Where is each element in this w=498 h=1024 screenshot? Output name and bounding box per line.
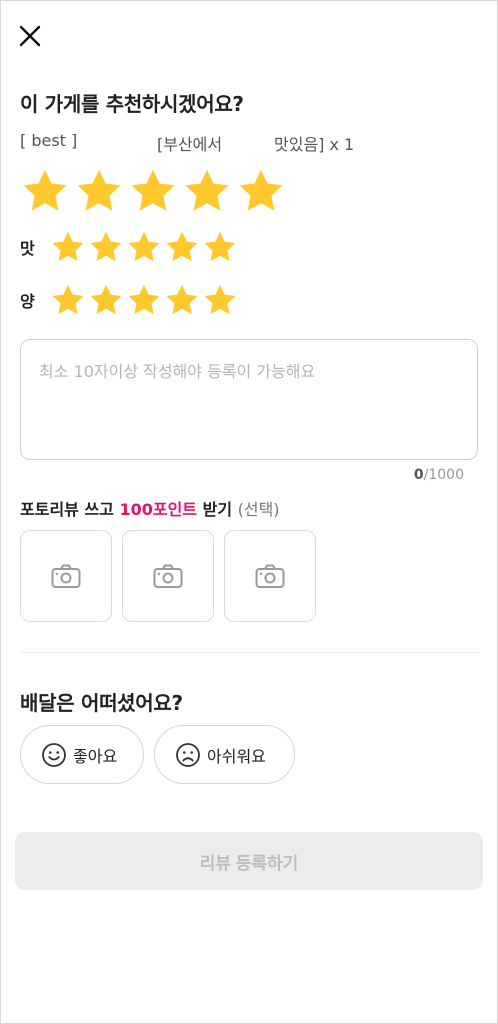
taste-star-icon[interactable] — [164, 229, 200, 265]
amount-star-icon[interactable] — [50, 282, 86, 318]
photo-slots — [20, 530, 316, 622]
taste-star-icon[interactable] — [50, 229, 86, 265]
delivery-bad-button[interactable]: 아쉬워요 — [154, 725, 295, 784]
delivery-good-label: 좋아요 — [73, 746, 118, 766]
submit-review-button[interactable]: 리뷰 등록하기 — [15, 832, 483, 890]
smile-icon — [42, 742, 66, 767]
photo-upload-slot-1[interactable] — [20, 530, 112, 622]
photo-upload-slot-2[interactable] — [122, 530, 214, 622]
character-count-current: 0 — [413, 467, 424, 483]
photo-title-optional: (선택) — [237, 500, 280, 519]
page-title: 이 가게를 추천하시겠어요? — [20, 92, 244, 116]
taste-rating-row: 맛 — [20, 229, 238, 265]
amount-label: 양 — [20, 292, 35, 311]
camera-icon — [255, 564, 285, 588]
review-text-box[interactable] — [20, 339, 478, 460]
photo-review-title: 포토리뷰 쓰고 100포인트 받기 (선택) — [20, 496, 280, 520]
photo-title-prefix: 포토리뷰 쓰고 — [20, 500, 120, 519]
delivery-question: 배달은 어떠셨어요? — [20, 691, 183, 715]
close-button[interactable] — [14, 20, 46, 52]
amount-rating-row: 양 — [20, 282, 238, 318]
overall-star-icon[interactable] — [20, 166, 70, 216]
photo-title-points: 100포인트 — [119, 500, 198, 519]
character-counter: 0/1000 — [414, 467, 464, 483]
menu-item-name: [ best ] — [20, 131, 78, 150]
taste-star-icon[interactable] — [88, 229, 124, 265]
taste-star-icon[interactable] — [202, 229, 238, 265]
camera-icon — [51, 564, 81, 588]
photo-upload-slot-3[interactable] — [224, 530, 316, 622]
delivery-good-button[interactable]: 좋아요 — [20, 725, 144, 784]
ordered-menu: [ best ] [부산에서 맛있음] x 1 — [20, 131, 480, 154]
close-icon — [19, 25, 41, 47]
overall-star-icon[interactable] — [128, 166, 178, 216]
taste-star-icon[interactable] — [126, 229, 162, 265]
taste-label: 맛 — [20, 239, 35, 258]
amount-star-icon[interactable] — [164, 282, 200, 318]
review-textarea[interactable] — [39, 358, 459, 441]
menu-item-name-part: [부산에서 — [157, 135, 223, 154]
frown-icon — [176, 742, 200, 767]
amount-star-icon[interactable] — [88, 282, 124, 318]
overall-star-icon[interactable] — [182, 166, 232, 216]
section-divider — [20, 652, 478, 653]
delivery-feedback: 좋아요 아쉬워요 — [20, 725, 295, 784]
menu-item-quantity: 맛있음] x 1 — [274, 135, 355, 154]
amount-star-icon[interactable] — [126, 282, 162, 318]
photo-title-suffix: 받기 — [197, 500, 233, 519]
delivery-bad-label: 아쉬워요 — [207, 746, 266, 766]
overall-star-icon[interactable] — [236, 166, 286, 216]
overall-rating — [20, 166, 286, 216]
amount-rating — [50, 282, 238, 318]
character-count-max: /1000 — [423, 467, 464, 483]
overall-star-icon[interactable] — [74, 166, 124, 216]
camera-icon — [153, 564, 183, 588]
taste-rating — [50, 229, 238, 265]
amount-star-icon[interactable] — [202, 282, 238, 318]
